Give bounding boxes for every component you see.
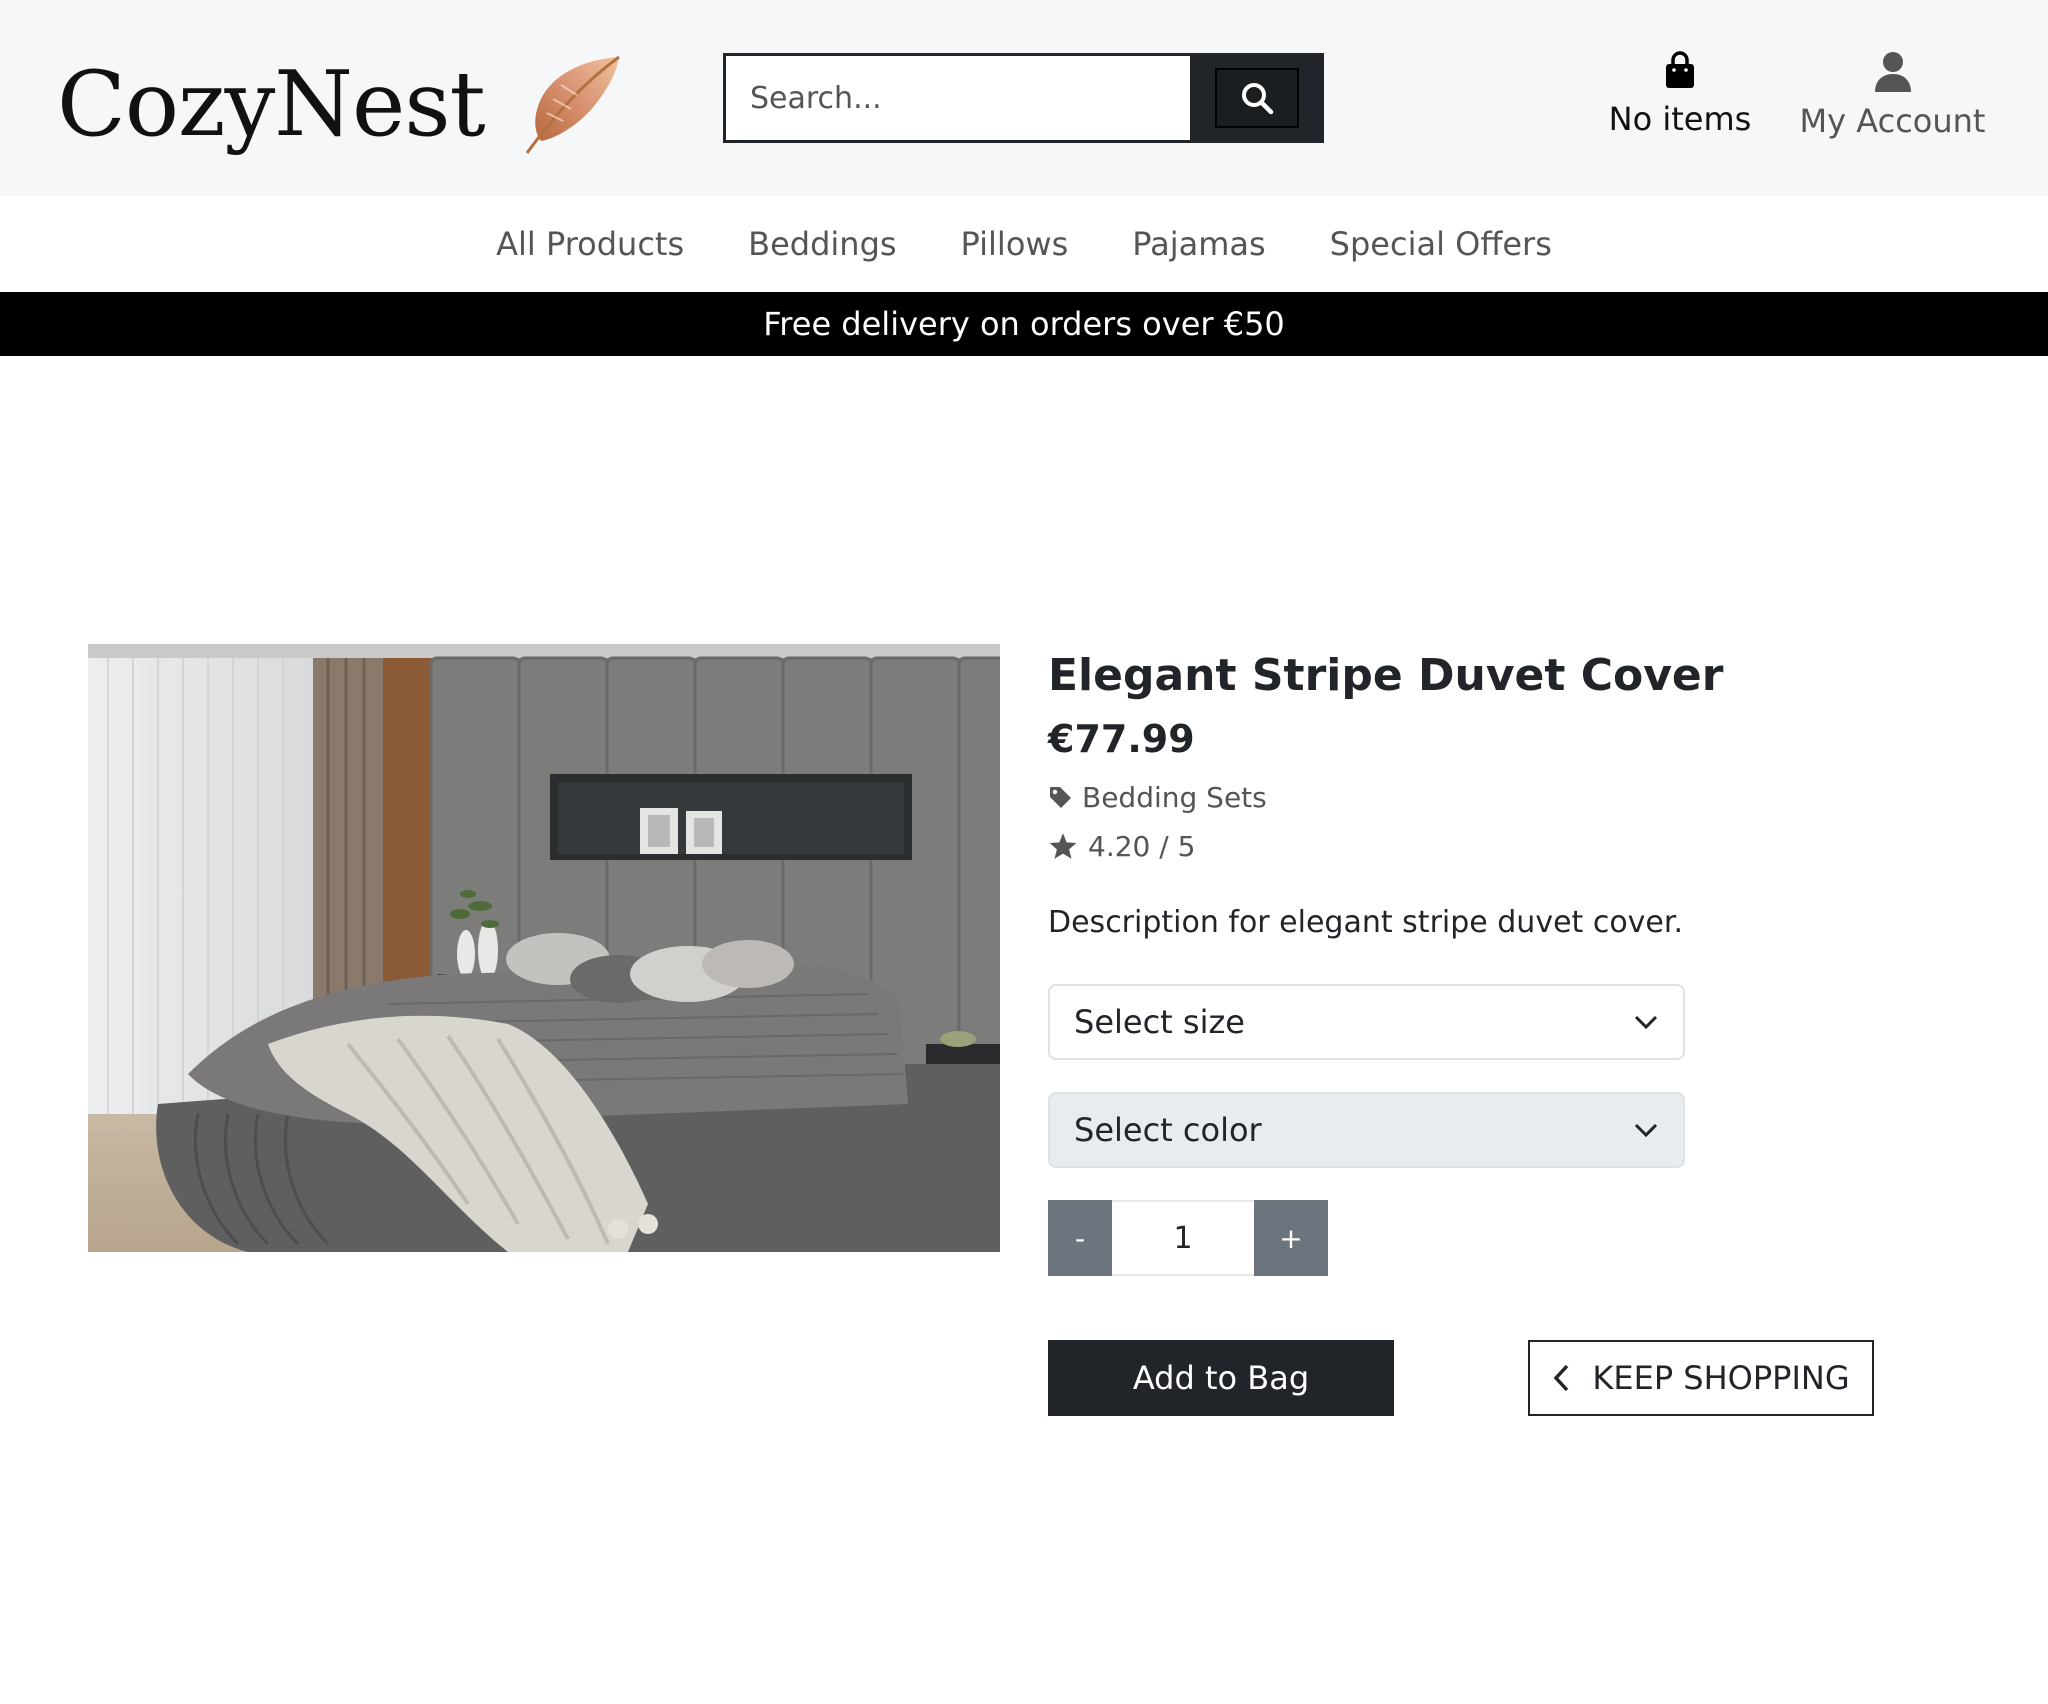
tag-icon bbox=[1050, 787, 1071, 809]
logo[interactable]: CozyNest bbox=[57, 40, 625, 170]
chevron-down-icon bbox=[1634, 1015, 1658, 1030]
user-icon bbox=[1874, 52, 1911, 92]
qty-decrement-button[interactable]: - bbox=[1048, 1200, 1112, 1276]
star-icon bbox=[1049, 833, 1077, 860]
logo-text: CozyNest bbox=[57, 52, 486, 157]
site-header: CozyNest Search... No items My Account bbox=[0, 0, 2048, 196]
nav-item-pajamas[interactable]: Pajamas bbox=[1132, 225, 1265, 263]
keep-shopping-button[interactable]: KEEP SHOPPING bbox=[1528, 1340, 1874, 1416]
chevron-left-icon bbox=[1554, 1364, 1569, 1392]
product-details: Elegant Stripe Duvet Cover €77.99 Beddin… bbox=[1048, 650, 1948, 940]
search-bar bbox=[723, 53, 1324, 143]
product-description: Description for elegant stripe duvet cov… bbox=[1048, 904, 1684, 940]
nav-item-all-products[interactable]: All Products bbox=[496, 225, 684, 263]
rating-value: 4.20 / 5 bbox=[1088, 829, 1196, 863]
nav-item-special-offers[interactable]: Special Offers bbox=[1330, 225, 1552, 263]
color-select-value: Select color bbox=[1074, 1111, 1262, 1149]
add-to-bag-button[interactable]: Add to Bag bbox=[1048, 1340, 1394, 1416]
product-photo bbox=[88, 644, 1000, 1252]
product-rating: 4.20 / 5 bbox=[1048, 830, 1948, 863]
main-nav: All Products Beddings Pillows Pajamas Sp… bbox=[0, 196, 2048, 292]
search-button[interactable] bbox=[1190, 53, 1324, 143]
delivery-banner: Free delivery on orders over €50 bbox=[0, 292, 2048, 356]
banner-text: Free delivery on orders over €50 bbox=[763, 305, 1285, 343]
feather-icon bbox=[525, 55, 620, 154]
nav-item-pillows[interactable]: Pillows bbox=[961, 225, 1069, 263]
product-image bbox=[88, 644, 1000, 1252]
category-label: Bedding Sets bbox=[1082, 780, 1267, 814]
search-input[interactable] bbox=[723, 53, 1190, 143]
shopping-bag-icon bbox=[1666, 51, 1694, 88]
chevron-down-icon bbox=[1634, 1123, 1658, 1138]
bag-label: No items bbox=[1608, 100, 1752, 138]
account-link[interactable]: My Account bbox=[1800, 50, 1985, 140]
qty-input[interactable]: 1 bbox=[1112, 1200, 1254, 1276]
product-title: Elegant Stripe Duvet Cover bbox=[1048, 650, 1724, 701]
color-select[interactable]: Select color bbox=[1048, 1092, 1685, 1168]
product-category[interactable]: Bedding Sets bbox=[1048, 781, 1948, 814]
quantity-stepper: - 1 + bbox=[1048, 1200, 1328, 1276]
bag-link[interactable]: No items bbox=[1600, 50, 1760, 138]
size-select-value: Select size bbox=[1074, 1003, 1245, 1041]
search-button-inner bbox=[1215, 68, 1299, 128]
size-select[interactable]: Select size bbox=[1048, 984, 1685, 1060]
nav-item-beddings[interactable]: Beddings bbox=[748, 225, 896, 263]
product-price: €77.99 bbox=[1048, 716, 1195, 761]
qty-increment-button[interactable]: + bbox=[1254, 1200, 1328, 1276]
account-label: My Account bbox=[1799, 102, 1986, 140]
search-icon bbox=[1242, 83, 1274, 115]
keep-shopping-label: KEEP SHOPPING bbox=[1592, 1359, 1850, 1397]
add-to-bag-label: Add to Bag bbox=[1132, 1359, 1310, 1397]
